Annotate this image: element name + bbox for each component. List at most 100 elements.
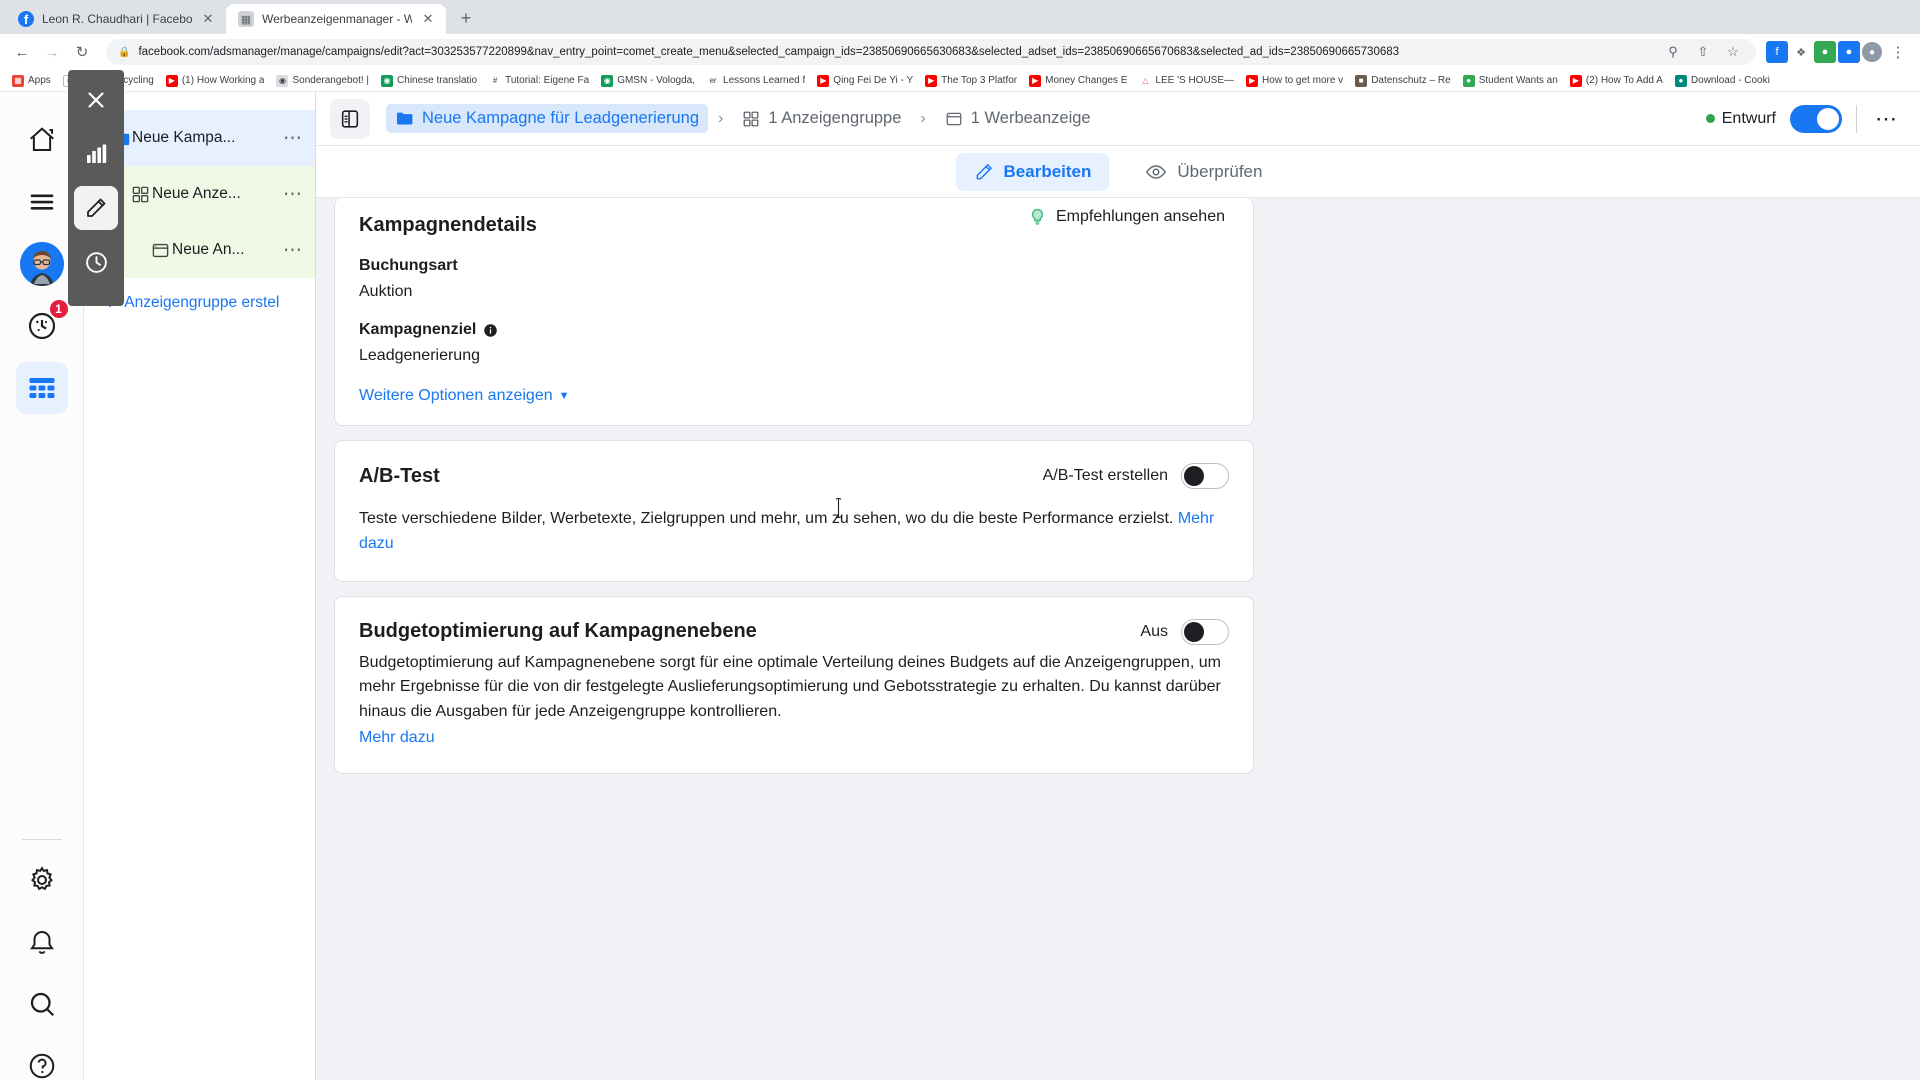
- card-title: A/B-Test: [359, 464, 440, 487]
- close-icon[interactable]: ✕: [420, 11, 436, 27]
- puzzle-extension-icon[interactable]: ❖: [1790, 41, 1812, 63]
- chart-bars-icon[interactable]: [74, 132, 118, 176]
- chrome-menu-icon[interactable]: ⋮: [1884, 38, 1912, 66]
- bookmark-item[interactable]: ◉ Sonderangebot! |: [270, 71, 375, 91]
- tab-bearbeiten[interactable]: Bearbeiten: [955, 152, 1110, 191]
- recommendations-label: Empfehlungen ansehen: [1055, 208, 1225, 225]
- forward-arrow-icon[interactable]: →: [38, 38, 66, 66]
- more-options-icon[interactable]: ⋯: [279, 183, 307, 206]
- history-clock-icon[interactable]: [74, 240, 118, 284]
- info-icon[interactable]: [483, 323, 498, 338]
- new-tab-button[interactable]: +: [452, 4, 480, 32]
- status-label: Entwurf: [1721, 109, 1776, 127]
- back-arrow-icon[interactable]: ←: [8, 38, 36, 66]
- budget-toggle[interactable]: [1181, 618, 1229, 645]
- reload-icon[interactable]: ↻: [68, 38, 96, 66]
- rail-bottom-group: [0, 839, 84, 1080]
- editor-content[interactable]: Empfehlungen ansehen Kampagnendetails Bu…: [316, 198, 1920, 1080]
- bell-icon[interactable]: [16, 916, 68, 968]
- breadcrumb-adset[interactable]: 1 Anzeigengruppe: [733, 104, 910, 133]
- card-campaign-details: Empfehlungen ansehen Kampagnendetails Bu…: [334, 198, 1254, 426]
- edit-pencil-icon[interactable]: [74, 186, 118, 230]
- menu-hamburger-icon[interactable]: [16, 176, 68, 228]
- bookmark-item[interactable]: ▶ (2) How To Add A: [1564, 71, 1669, 91]
- bookmark-item[interactable]: ▶ Qing Fei De Yi - Y: [811, 71, 919, 91]
- more-options-link[interactable]: Weitere Optionen anzeigen ▼: [359, 387, 1229, 405]
- adset-grid-icon: [128, 185, 152, 204]
- share-icon[interactable]: ⇧: [1692, 41, 1714, 63]
- airbnb-icon: △: [1139, 74, 1152, 87]
- bookmark-item[interactable]: ● Student Wants an: [1457, 71, 1564, 91]
- profile-avatar-icon[interactable]: ●: [1862, 42, 1882, 62]
- lightbulb-icon: [1028, 206, 1047, 228]
- bookmark-label: How to get more v: [1262, 75, 1344, 86]
- bookmark-item[interactable]: # Tutorial: Eigene Fa: [483, 71, 595, 91]
- learn-more-link[interactable]: Mehr dazu: [359, 729, 435, 746]
- browser-tab-1[interactable]: f Leon R. Chaudhari | Facebook ✕: [6, 4, 226, 34]
- facebook-icon: f: [18, 11, 34, 27]
- notification-badge: 1: [47, 298, 70, 320]
- facebook-extension-icon[interactable]: f: [1766, 41, 1788, 63]
- bookmark-item[interactable]: ▶ How to get more v: [1240, 71, 1349, 91]
- bookmark-item[interactable]: ◉ Chinese translatio: [375, 71, 483, 91]
- globe-icon: ◉: [381, 74, 394, 87]
- address-bar[interactable]: 🔒 facebook.com/adsmanager/manage/campaig…: [106, 39, 1756, 65]
- zoom-icon[interactable]: ⚲: [1662, 41, 1684, 63]
- adset-grid-icon: [742, 110, 760, 128]
- more-options-icon[interactable]: ⋯: [279, 127, 307, 150]
- more-options-icon[interactable]: ⋯: [1871, 106, 1902, 132]
- budget-learn-more-row: Mehr dazu: [359, 729, 1229, 747]
- image-icon: ■: [1355, 74, 1368, 87]
- editor-header-actions: Entwurf ⋯: [1705, 104, 1902, 133]
- bookmark-star-icon[interactable]: ☆: [1722, 41, 1744, 63]
- tree-row-label: Neue Kampa...: [132, 129, 236, 146]
- youtube-icon: ▶: [817, 74, 830, 87]
- bookmark-item[interactable]: ◉ GMSN - Vologda,: [595, 71, 701, 91]
- ab-test-toggle[interactable]: [1181, 463, 1229, 489]
- bookmark-item[interactable]: ▶ Money Changes E: [1023, 71, 1133, 91]
- breadcrumb-ad[interactable]: 1 Werbeanzeige: [936, 104, 1100, 133]
- green-extension-icon[interactable]: ●: [1814, 41, 1836, 63]
- blue-extension-icon[interactable]: ●: [1838, 41, 1860, 63]
- card-budget-optimization: Budgetoptimierung auf Kampagnenebene Aus…: [334, 595, 1254, 774]
- more-options-icon[interactable]: ⋯: [279, 239, 307, 262]
- recommendations-link[interactable]: Empfehlungen ansehen: [1028, 206, 1225, 228]
- bookmark-item[interactable]: ▶ The Top 3 Platfor: [919, 71, 1023, 91]
- close-icon[interactable]: ✕: [200, 11, 216, 27]
- browser-extensions: f ❖ ● ● ● ⋮: [1766, 38, 1912, 66]
- bookmark-item[interactable]: ● Download - Cooki: [1669, 71, 1776, 91]
- browser-chrome: f Leon R. Chaudhari | Facebook ✕ ▦ Werbe…: [0, 0, 1920, 92]
- help-icon[interactable]: [16, 1040, 68, 1080]
- breadcrumb-campaign[interactable]: Neue Kampagne für Leadgenerierung: [386, 104, 709, 133]
- cookie-clock-icon[interactable]: 1: [16, 298, 70, 352]
- search-icon[interactable]: [16, 978, 68, 1030]
- campaign-active-toggle[interactable]: [1790, 104, 1842, 133]
- compass-icon: ◉: [276, 74, 289, 87]
- home-icon[interactable]: [16, 114, 68, 166]
- close-icon[interactable]: [74, 78, 118, 122]
- tab-ueberpruefen[interactable]: Überprüfen: [1127, 152, 1280, 192]
- ad-window-icon: [148, 241, 172, 260]
- ads-table-icon[interactable]: [15, 362, 68, 414]
- bookmark-label: Chinese translatio: [397, 75, 478, 86]
- bookmark-item[interactable]: △ LEE 'S HOUSE—: [1133, 71, 1240, 91]
- bookmark-item[interactable]: ▶ (1) How Working a: [160, 71, 271, 91]
- tree-row-label: Neue An...: [172, 241, 245, 258]
- side-panel-toggle-icon[interactable]: [330, 98, 370, 139]
- card-title: Budgetoptimierung auf Kampagnenebene: [359, 620, 757, 643]
- bookmark-item[interactable]: ■ Datenschutz – Re: [1349, 71, 1457, 91]
- bookmark-label: Sonderangebot! |: [292, 75, 370, 86]
- divider: [22, 839, 62, 840]
- bookmark-label: Student Wants an: [1478, 75, 1558, 86]
- bookmark-item[interactable]: ▦ Apps: [6, 71, 57, 91]
- gear-icon[interactable]: [16, 854, 68, 906]
- browser-nav-bar: ← → ↻ 🔒 facebook.com/adsmanager/manage/c…: [0, 34, 1920, 70]
- avatar[interactable]: [16, 238, 68, 290]
- breadcrumb-separator: ›: [718, 109, 724, 127]
- pencil-icon: [974, 162, 994, 182]
- ads-manager-app: 1 Neue Kampa... ⋯ Neue Anze... ⋯ Neue An…: [0, 70, 1920, 1080]
- tab-title: Leon R. Chaudhari | Facebook: [42, 12, 192, 26]
- bookmark-item[interactable]: er Lessons Learned f: [701, 71, 811, 91]
- eye-icon: [1145, 161, 1167, 183]
- browser-tab-2[interactable]: ▦ Werbeanzeigenmanager - Wer ✕: [226, 4, 446, 34]
